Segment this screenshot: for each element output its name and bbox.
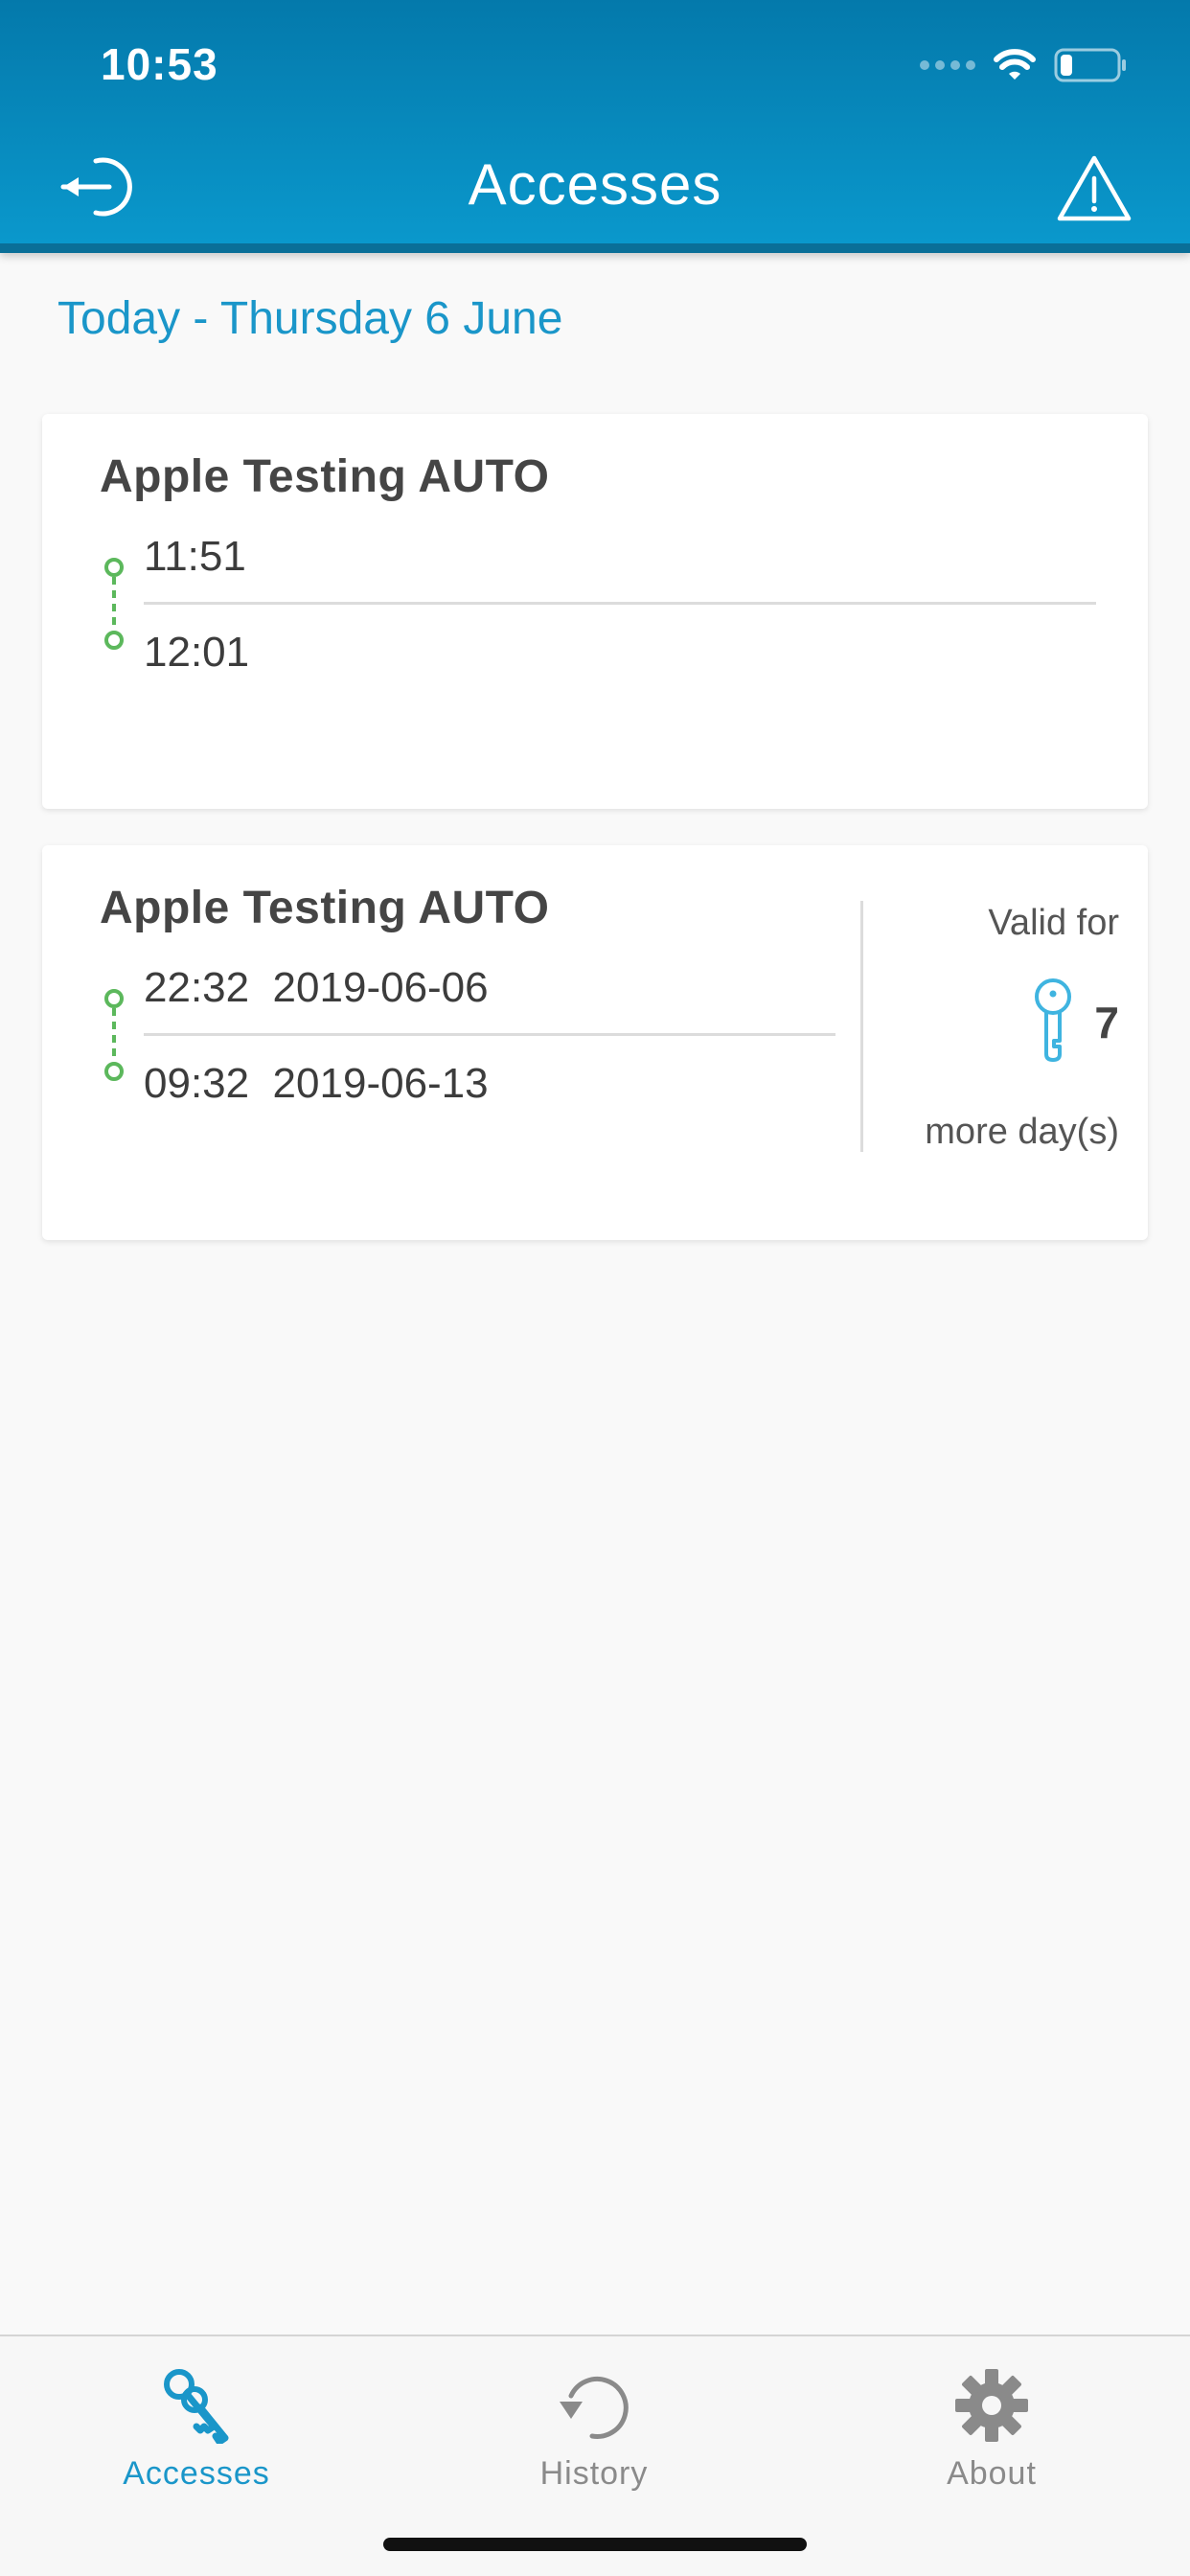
timeline-icon (104, 558, 124, 650)
access-start-time: 22:32 2019-06-06 (144, 964, 489, 1011)
home-indicator[interactable] (383, 2538, 807, 2551)
gear-icon (955, 2369, 1028, 2442)
access-card-title: Apple Testing AUTO (100, 883, 550, 933)
history-icon (560, 2377, 629, 2439)
keys-icon (164, 2369, 229, 2444)
tab-about[interactable]: About (872, 2350, 1111, 2503)
page-title: Accesses (468, 152, 722, 217)
access-start-time: 11:51 (144, 533, 246, 580)
status-time: 10:53 (101, 39, 218, 89)
warning-icon[interactable] (1056, 153, 1133, 222)
timeline-icon (104, 989, 124, 1081)
access-card[interactable]: Apple Testing AUTO 11:51 12:01 (42, 414, 1148, 809)
tab-label: Accesses (123, 2455, 270, 2492)
more-days-label: more day(s) (925, 1112, 1119, 1152)
tab-label: History (539, 2455, 649, 2492)
tab-history[interactable]: History (474, 2350, 714, 2503)
divider (144, 602, 1096, 605)
valid-for-label: Valid for (988, 903, 1119, 943)
status-icons (920, 46, 1127, 84)
vertical-divider (860, 901, 863, 1152)
tab-label: About (947, 2455, 1037, 2492)
access-card[interactable]: Apple Testing AUTO 22:32 2019-06-06 09:3… (42, 845, 1148, 1240)
battery-icon (1054, 48, 1126, 82)
cellular-signal-icon (920, 60, 975, 70)
app-header: 10:53 Accesses (0, 0, 1190, 253)
tab-accesses[interactable]: Accesses (77, 2350, 316, 2503)
wifi-icon (994, 49, 1036, 80)
access-card-title: Apple Testing AUTO (100, 451, 550, 502)
key-icon (1035, 978, 1071, 1062)
access-end-time: 12:01 (144, 629, 250, 676)
access-end-time: 09:32 2019-06-13 (144, 1060, 489, 1107)
days-count: 7 (1094, 998, 1119, 1047)
divider (144, 1033, 835, 1036)
date-header: Today - Thursday 6 June (57, 293, 563, 344)
